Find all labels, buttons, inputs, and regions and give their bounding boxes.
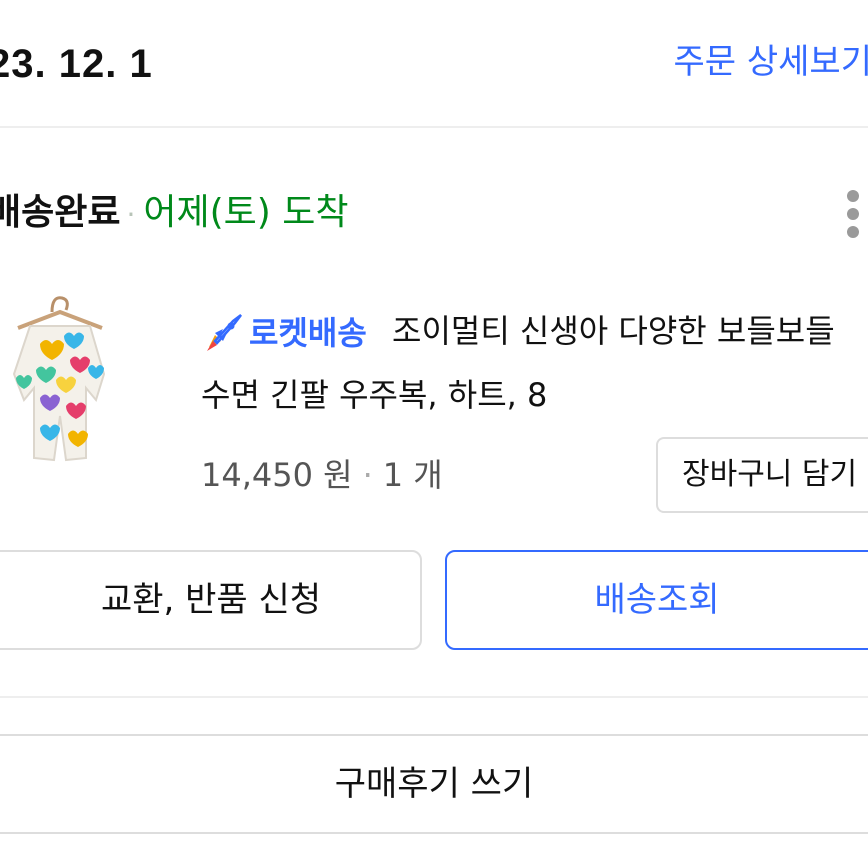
rocket-delivery-badge: 로켓배송 (201, 306, 367, 358)
order-card: 23. 12. 1 주문 상세보기 배송완료 · 어제(토) 도착 로켓배송 조… (0, 0, 868, 868)
more-vertical-icon (847, 190, 859, 202)
order-detail-link[interactable]: 주문 상세보기 (674, 38, 868, 86)
baby-romper-image (12, 296, 106, 462)
product-image[interactable] (0, 288, 116, 478)
arrival-date: 어제(토) 도착 (143, 192, 349, 233)
delivery-status: 배송완료 (0, 192, 121, 233)
product-price: 14,450 원 (201, 456, 353, 494)
rocket-icon (207, 313, 243, 351)
product-name-continued[interactable]: 수면 긴팔 우주복, 하트, 8 (201, 370, 547, 420)
write-review-button[interactable]: 구매후기 쓰기 (0, 734, 868, 834)
delivery-status-row: 배송완료 · 어제(토) 도착 (0, 186, 349, 242)
track-delivery-button[interactable]: 배송조회 (445, 550, 868, 650)
exchange-return-button[interactable]: 교환, 반품 신청 (0, 550, 422, 650)
more-vertical-icon-dot (847, 208, 859, 220)
add-to-cart-button[interactable]: 장바구니 담기 (656, 437, 868, 513)
product-name[interactable]: 조이멀티 신생아 다양한 보들보들 (392, 306, 835, 356)
more-options-button[interactable] (838, 186, 868, 242)
order-date: 23. 12. 1 (0, 42, 153, 86)
header-divider (0, 126, 868, 128)
price-separator: · (362, 456, 373, 494)
status-separator: · (126, 198, 136, 231)
more-vertical-icon-dot (847, 226, 859, 238)
actions-divider (0, 696, 868, 698)
rocket-delivery-label: 로켓배송 (249, 314, 367, 352)
price-quantity-row: 14,450 원 · 1 개 (201, 450, 443, 500)
product-quantity: 1 개 (382, 456, 443, 494)
